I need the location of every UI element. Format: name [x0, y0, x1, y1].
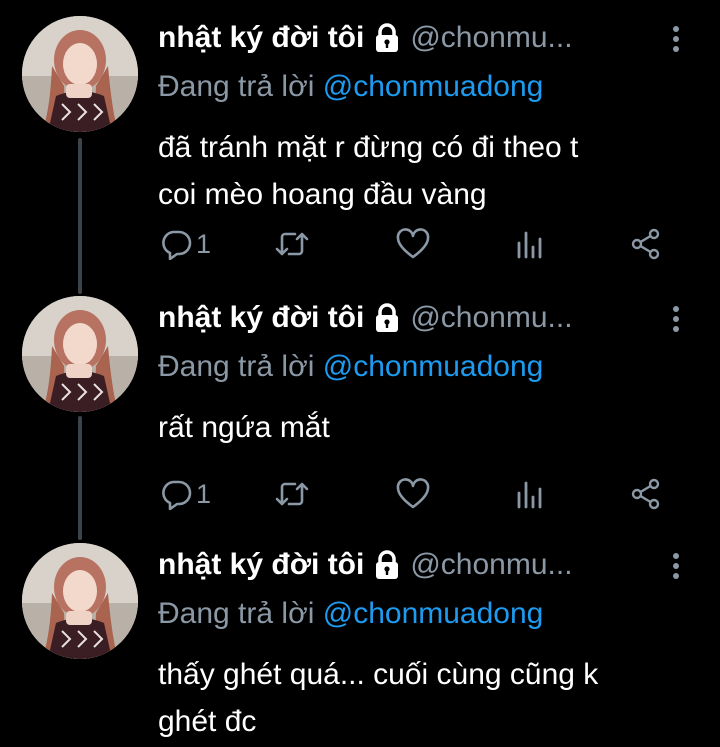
tweet-header: nhật ký đời tôi @chonmu...	[158, 298, 573, 338]
replying-prefix: Đang trả lời	[158, 70, 323, 103]
retweet-button[interactable]	[274, 224, 314, 264]
avatar-image	[22, 16, 138, 132]
username-handle[interactable]: @chonmu...	[410, 21, 572, 55]
tweet-text: thấy ghét quá... cuối cùng cũng k ghét đ…	[158, 651, 703, 745]
replying-to-line: Đang trả lời @chonmuadong	[158, 597, 543, 631]
retweet-icon	[274, 228, 310, 260]
action-bar: 1	[160, 474, 680, 514]
share-button[interactable]	[630, 474, 662, 514]
tweet-text-line: rất ngứa mắt	[158, 411, 330, 444]
tweet-text-line: coi mèo hoang đầu vàng	[158, 178, 487, 211]
reply-icon	[160, 478, 192, 510]
analytics-icon	[514, 479, 544, 509]
tweet[interactable]: nhật ký đời tôi @chonmu... Đang trả lời …	[0, 543, 720, 747]
tweet[interactable]: nhật ký đời tôi @chonmu... Đang trả lời …	[0, 296, 720, 536]
share-icon	[630, 478, 662, 510]
share-button[interactable]	[630, 224, 662, 264]
mention-link[interactable]: @chonmuadong	[323, 350, 544, 383]
share-icon	[630, 228, 662, 260]
tweet-text-line: ghét đc	[158, 705, 257, 738]
more-vertical-icon[interactable]	[670, 549, 682, 583]
lock-icon	[374, 550, 400, 580]
tweet[interactable]: nhật ký đời tôi @chonmu... Đang trả lời …	[0, 16, 720, 286]
replying-to-line: Đang trả lời @chonmuadong	[158, 70, 543, 104]
like-button[interactable]	[396, 474, 434, 514]
replying-prefix: Đang trả lời	[158, 350, 323, 383]
avatar-image	[22, 296, 138, 412]
reply-count: 1	[196, 478, 212, 509]
retweet-button[interactable]	[274, 474, 314, 514]
lock-icon	[374, 303, 400, 333]
retweet-icon	[274, 478, 310, 510]
heart-icon	[396, 228, 430, 260]
username-handle[interactable]: @chonmu...	[410, 548, 572, 582]
display-name[interactable]: nhật ký đời tôi	[158, 301, 364, 335]
more-vertical-icon[interactable]	[670, 302, 682, 336]
mention-link[interactable]: @chonmuadong	[323, 70, 544, 103]
heart-icon	[396, 478, 430, 510]
tweet-header: nhật ký đời tôi @chonmu...	[158, 18, 573, 58]
views-button[interactable]	[514, 224, 544, 264]
username-handle[interactable]: @chonmu...	[410, 301, 572, 335]
analytics-icon	[514, 229, 544, 259]
tweet-text: đã tránh mặt r đừng có đi theo t coi mèo…	[158, 124, 703, 218]
views-button[interactable]	[514, 474, 544, 514]
replying-prefix: Đang trả lời	[158, 597, 323, 630]
more-vertical-icon[interactable]	[670, 22, 682, 56]
reply-button[interactable]: 1	[160, 224, 211, 264]
display-name[interactable]: nhật ký đời tôi	[158, 548, 364, 582]
avatar[interactable]	[22, 296, 138, 412]
reply-icon	[160, 228, 192, 260]
display-name[interactable]: nhật ký đời tôi	[158, 21, 364, 55]
avatar[interactable]	[22, 16, 138, 132]
lock-icon	[374, 23, 400, 53]
action-bar: 1	[160, 224, 680, 264]
like-button[interactable]	[396, 224, 434, 264]
tweet-text: rất ngứa mắt	[158, 404, 703, 451]
reply-count: 1	[196, 228, 212, 259]
replying-to-line: Đang trả lời @chonmuadong	[158, 350, 543, 384]
tweet-header: nhật ký đời tôi @chonmu...	[158, 545, 573, 585]
tweet-text-line: đã tránh mặt r đừng có đi theo t	[158, 131, 579, 164]
avatar-image	[22, 543, 138, 659]
tweet-text-line: thấy ghét quá... cuối cùng cũng k	[158, 658, 599, 691]
avatar[interactable]	[22, 543, 138, 659]
reply-button[interactable]: 1	[160, 474, 211, 514]
mention-link[interactable]: @chonmuadong	[323, 597, 544, 630]
